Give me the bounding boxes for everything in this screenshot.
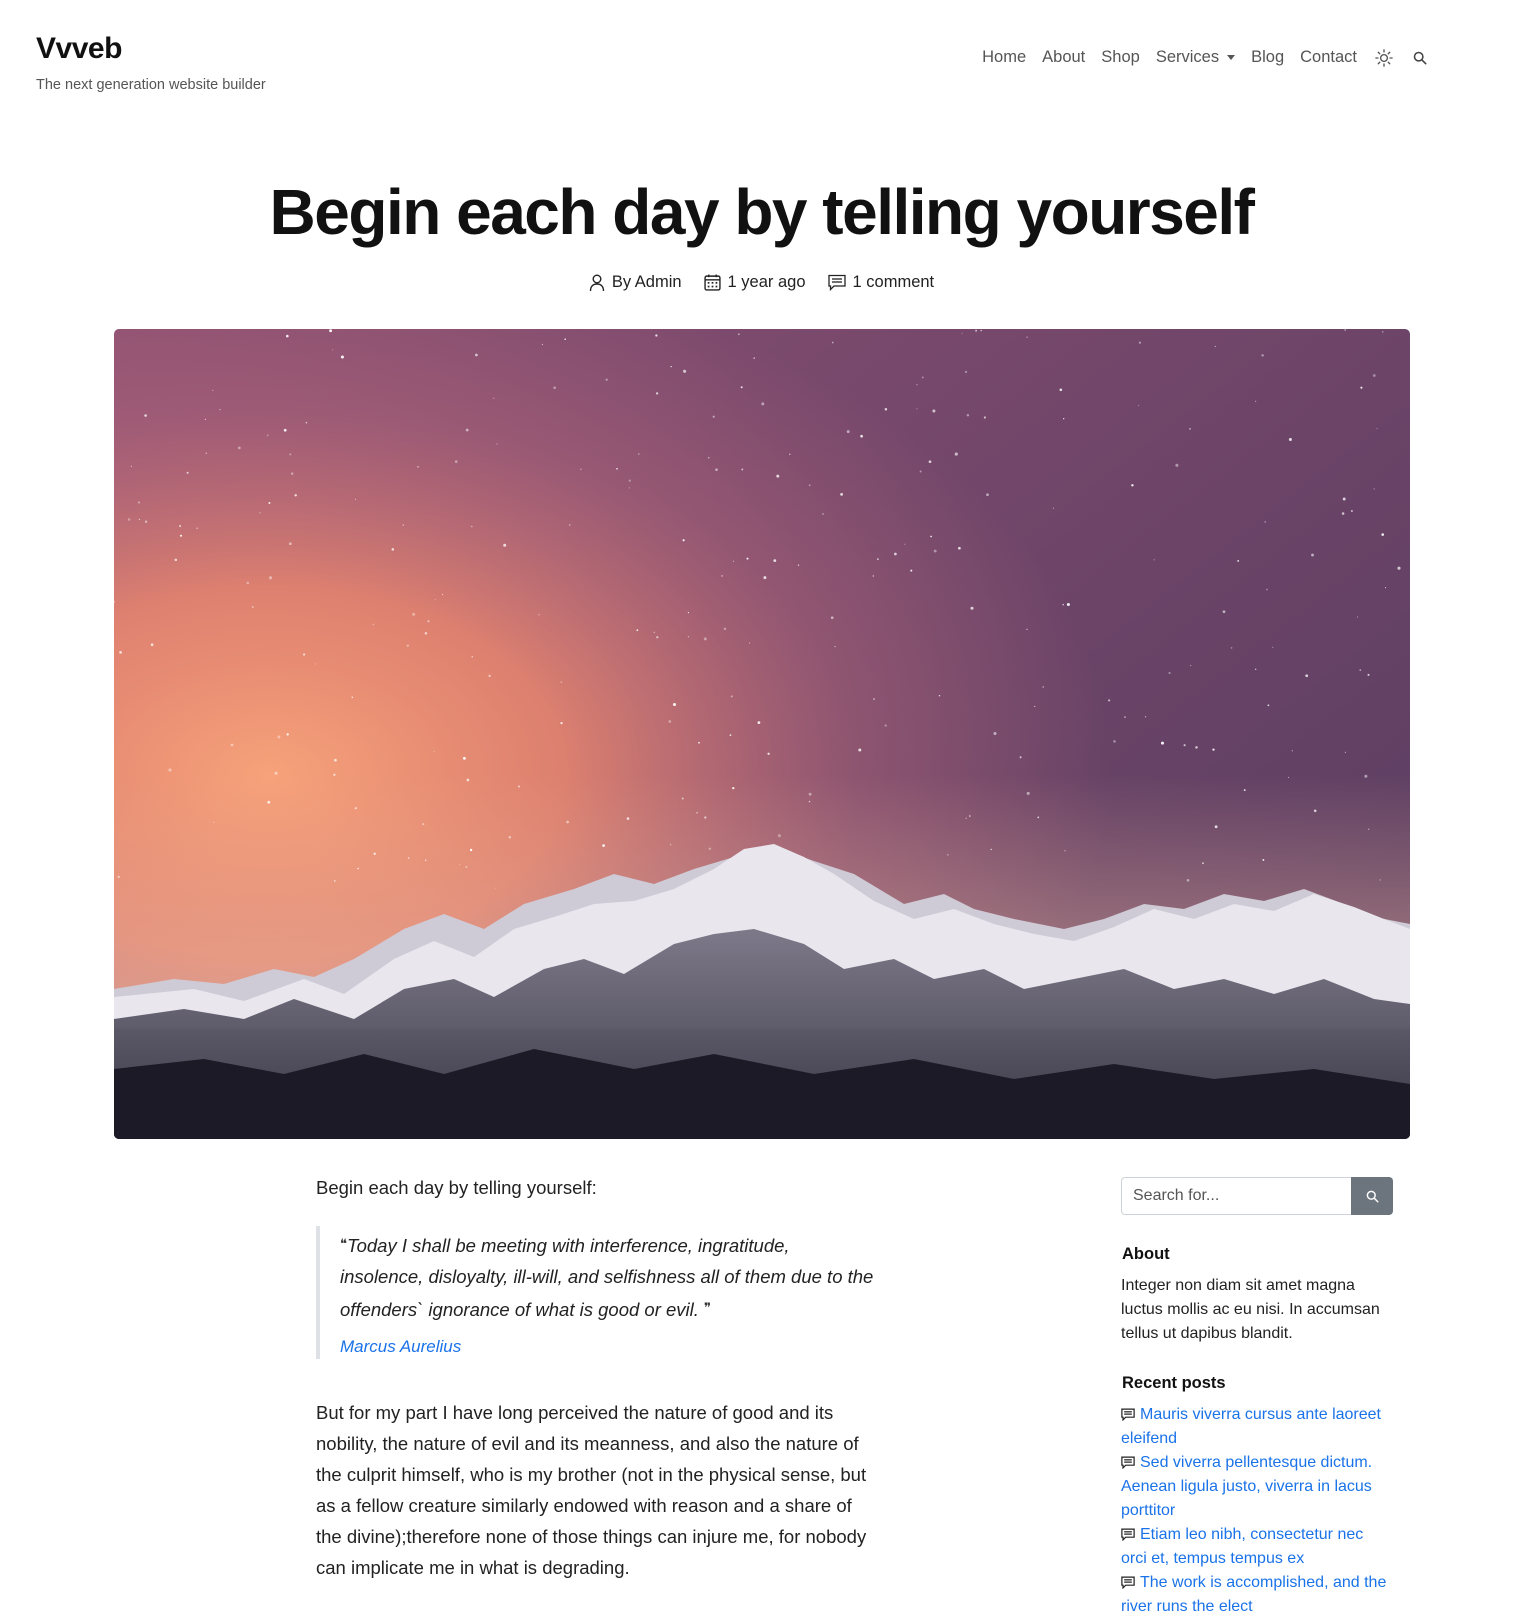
nav-home[interactable]: Home	[974, 48, 1034, 67]
post-author[interactable]: By Admin	[589, 273, 682, 292]
search-icon	[1413, 51, 1427, 64]
comment-icon	[1121, 1576, 1135, 1589]
post-title: Begin each day by telling yourself	[269, 176, 1255, 248]
calendar-icon	[703, 274, 721, 291]
comment-icon	[1121, 1528, 1135, 1541]
nav-about[interactable]: About	[1034, 48, 1093, 67]
post-body-paragraph: But for my part I have long perceived th…	[316, 1401, 867, 1578]
sidebar-search-input[interactable]	[1121, 1177, 1351, 1215]
sidebar: About Integer non diam sit amet magna lu…	[1121, 1177, 1393, 1619]
mountain-landscape-image	[114, 329, 1410, 1139]
quote-text: Today I shall be meeting with interferen…	[340, 1234, 874, 1320]
user-icon	[589, 274, 605, 291]
recent-post-item: Sed viverra pellentesque dictum. Aenean …	[1121, 1451, 1393, 1523]
theme-toggle-button[interactable]	[1365, 48, 1403, 67]
quote-text-wrapper: ❝Today I shall be meeting with interfere…	[340, 1228, 876, 1325]
recent-post-link[interactable]: The work is accomplished, and the river …	[1121, 1574, 1386, 1615]
about-widget-title: About	[1122, 1245, 1170, 1263]
comment-icon	[1121, 1408, 1135, 1421]
sidebar-search-button[interactable]	[1351, 1177, 1393, 1215]
site-brand[interactable]: Vvveb	[36, 32, 122, 66]
nav-blog[interactable]: Blog	[1243, 48, 1292, 67]
recent-post-item: Mauris viverra cursus ante laoreet eleif…	[1121, 1403, 1393, 1451]
recent-posts-title: Recent posts	[1122, 1374, 1226, 1392]
quote-author: Marcus Aurelius	[340, 1336, 462, 1356]
post-blockquote: ❝Today I shall be meeting with interfere…	[316, 1225, 876, 1359]
recent-post-link[interactable]: Sed viverra pellentesque dictum. Aenean …	[1121, 1454, 1372, 1519]
recent-post-link[interactable]: Mauris viverra cursus ante laoreet eleif…	[1121, 1406, 1381, 1447]
nav-services[interactable]: Services	[1148, 48, 1243, 67]
quote-open-icon: ❝	[340, 1235, 347, 1251]
recent-post-item: Etiam leo nibh, consectetur nec orci et,…	[1121, 1523, 1393, 1571]
search-icon	[1366, 1190, 1379, 1203]
recent-post-item: The work is accomplished, and the river …	[1121, 1571, 1393, 1619]
nav-search-button[interactable]	[1403, 51, 1437, 65]
post-date: 1 year ago	[703, 273, 806, 292]
nav-contact[interactable]: Contact	[1292, 48, 1365, 67]
post-comments[interactable]: 1 comment	[827, 273, 935, 292]
sidebar-search	[1121, 1177, 1393, 1215]
post-date-label: 1 year ago	[727, 273, 806, 291]
recent-posts-list: Mauris viverra cursus ante laoreet eleif…	[1121, 1403, 1393, 1619]
caret-down-icon	[1227, 55, 1236, 60]
nav-shop[interactable]: Shop	[1093, 48, 1148, 67]
sun-icon	[1375, 48, 1393, 67]
about-widget-text: Integer non diam sit amet magna luctus m…	[1121, 1277, 1380, 1342]
post-lead: Begin each day by telling yourself:	[316, 1177, 597, 1198]
comment-icon	[1121, 1456, 1135, 1469]
quote-close-icon: ❞	[704, 1299, 712, 1315]
recent-post-link[interactable]: Etiam leo nibh, consectetur nec orci et,…	[1121, 1526, 1363, 1567]
post-featured-image	[114, 329, 1410, 1139]
nav-services-label: Services	[1155, 48, 1220, 66]
post-content: Begin each day by telling yourself: ❝Tod…	[316, 1174, 876, 1583]
post-meta: By Admin 1 year ago 1 comment	[0, 273, 1523, 292]
post-comments-label: 1 comment	[852, 273, 935, 291]
comment-icon	[827, 274, 846, 291]
main-nav: Home About Shop Services Blog Contact	[974, 48, 1437, 67]
post-author-label: By Admin	[611, 273, 682, 291]
site-tagline: The next generation website builder	[36, 77, 266, 93]
